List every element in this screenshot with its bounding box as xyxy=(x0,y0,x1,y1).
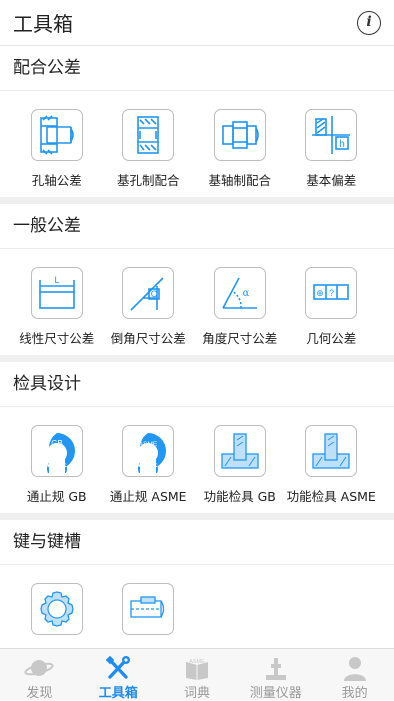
icon-text: ASME xyxy=(189,659,205,665)
section-title: 键与键槽 xyxy=(0,520,394,565)
tool-label: 功能检具 GB xyxy=(203,489,276,504)
tool-hole-basis-fit[interactable]: 基孔制配合 xyxy=(103,109,195,197)
tool-key-keyway[interactable] xyxy=(103,583,195,648)
functional-gauge-asme-icon xyxy=(312,433,350,469)
section-key-keyway: 键与键槽 xyxy=(0,520,394,648)
fundamental-deviation-icon: h xyxy=(312,116,351,154)
tool-list[interactable]: 配合公差 孔轴公差 基孔制配合 基轴制配合 h 基本偏差 一般公差 L 线性尺寸… xyxy=(0,46,394,648)
tool-label: 通止规 ASME xyxy=(109,489,187,504)
icon-text: h xyxy=(339,139,345,150)
tool-label: 角度尺寸公差 xyxy=(202,331,278,346)
tools-icon xyxy=(105,655,131,679)
info-icon[interactable]: i xyxy=(357,11,381,35)
page-title: 工具箱 xyxy=(13,12,73,36)
icon-text: L xyxy=(54,275,59,285)
icon-text: ⊕ xyxy=(316,289,324,299)
tool-label: 几何公差 xyxy=(306,331,357,346)
tab-label: 工具箱 xyxy=(98,686,138,701)
section-gauge-design: 检具设计 GB 通止规 GB ASME 通止规 ASME 功能检具 GB 功能检… xyxy=(0,362,394,513)
section-divider xyxy=(0,513,394,520)
shaft-basis-fit-icon xyxy=(221,121,259,149)
key-keyway-icon xyxy=(130,596,165,618)
tool-label: 孔轴公差 xyxy=(31,173,82,188)
tool-angle-dimension[interactable]: α 角度尺寸公差 xyxy=(194,267,286,355)
tool-hole-shaft-tolerance[interactable]: 孔轴公差 xyxy=(11,109,103,197)
section-title: 检具设计 xyxy=(0,362,394,407)
spline-icon xyxy=(40,591,74,627)
measuring-instrument-icon xyxy=(265,658,286,680)
tool-linear-dimension[interactable]: L 线性尺寸公差 xyxy=(11,267,103,355)
tab-dictionary[interactable]: ASME 词典 xyxy=(158,649,237,701)
tool-go-nogo-gauge-asme[interactable]: ASME 通止规 ASME xyxy=(103,425,195,513)
bottom-tab-bar: 发现 工具箱 ASME 词典 测量仪器 我的 xyxy=(0,648,394,701)
tool-label: 倒角尺寸公差 xyxy=(110,331,186,346)
tool-spline[interactable] xyxy=(11,583,103,648)
tool-label: 基孔制配合 xyxy=(116,173,180,188)
section-title: 一般公差 xyxy=(0,204,394,249)
linear-dimension-icon: L xyxy=(38,275,75,309)
chamfer-dimension-icon: C xyxy=(130,277,164,311)
tab-label: 发现 xyxy=(26,686,53,701)
section-general-tolerance: 一般公差 L 线性尺寸公差 C 倒角尺寸公差 α 角度尺寸公差 ⊕ ? 几何公差 xyxy=(0,204,394,355)
icon-text: α xyxy=(242,288,249,299)
section-title: 配合公差 xyxy=(0,46,394,91)
tool-shaft-basis-fit[interactable]: 基轴制配合 xyxy=(194,109,286,197)
user-icon xyxy=(343,657,366,681)
tool-functional-gauge-asme[interactable]: 功能检具 ASME xyxy=(286,425,378,513)
angle-dimension-icon: α xyxy=(222,277,257,309)
tool-label: 基轴制配合 xyxy=(208,173,271,188)
geometric-tolerance-icon: ⊕ ? xyxy=(313,284,350,300)
dictionary-icon: ASME xyxy=(185,659,208,680)
icon-text: C xyxy=(151,289,158,299)
go-nogo-gauge-gb-icon: GB xyxy=(46,433,75,473)
tab-label: 词典 xyxy=(183,686,210,701)
tool-label: 基本偏差 xyxy=(306,173,357,188)
section-fit-tolerance: 配合公差 孔轴公差 基孔制配合 基轴制配合 h 基本偏差 xyxy=(0,46,394,197)
tool-functional-gauge-gb[interactable]: 功能检具 GB xyxy=(194,425,286,513)
tool-geometric-tolerance[interactable]: ⊕ ? 几何公差 xyxy=(286,267,378,355)
hole-basis-fit-icon xyxy=(137,116,160,154)
tab-label: 测量仪器 xyxy=(249,686,302,701)
tool-fundamental-deviation[interactable]: h 基本偏差 xyxy=(286,109,378,197)
functional-gauge-gb-icon xyxy=(221,433,259,469)
section-divider xyxy=(0,197,394,204)
section-divider xyxy=(0,355,394,362)
tool-label: 功能检具 ASME xyxy=(286,489,376,504)
tab-me[interactable]: 我的 xyxy=(315,649,394,701)
icon-text: ? xyxy=(329,288,334,298)
planet-icon xyxy=(24,660,54,676)
icon-text: GB xyxy=(51,439,63,448)
hole-shaft-tolerance-icon xyxy=(39,115,74,155)
tab-label: 我的 xyxy=(341,686,368,701)
tool-chamfer-dimension[interactable]: C 倒角尺寸公差 xyxy=(103,267,195,355)
icon-text: ASME xyxy=(139,441,158,448)
go-nogo-gauge-asme-icon: ASME xyxy=(138,433,167,473)
tab-discover[interactable]: 发现 xyxy=(0,649,79,701)
tab-toolbox[interactable]: 工具箱 xyxy=(79,649,158,701)
tool-label: 线性尺寸公差 xyxy=(19,331,95,346)
tab-measuring-instrument[interactable]: 测量仪器 xyxy=(236,649,315,701)
tool-label: 通止规 GB xyxy=(26,489,87,504)
tool-go-nogo-gauge-gb[interactable]: GB 通止规 GB xyxy=(11,425,103,513)
top-bar: 工具箱 i xyxy=(0,0,394,46)
